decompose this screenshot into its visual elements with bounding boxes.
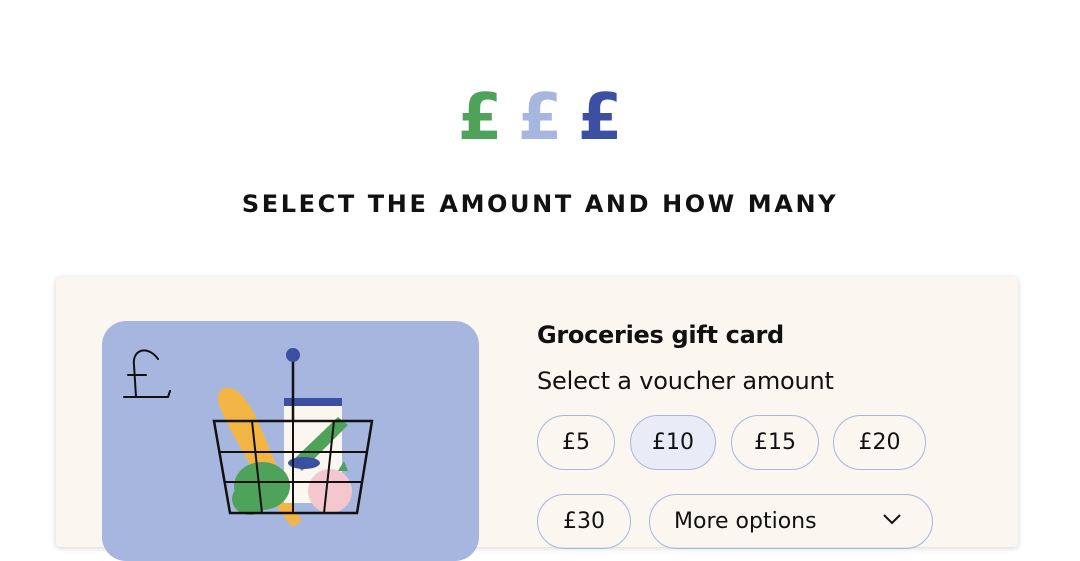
- chevron-down-icon: [883, 514, 901, 525]
- product-title: Groceries gift card: [537, 321, 784, 349]
- pound-icon: £: [517, 81, 563, 155]
- gift-card-image: [102, 321, 479, 561]
- amount-button-5[interactable]: £5: [537, 415, 615, 470]
- grocery-basket-icon: [123, 348, 374, 527]
- hero-pound-icons: £ £ £: [0, 78, 1080, 158]
- pound-icon: £: [577, 81, 623, 155]
- page-title: SELECT THE AMOUNT AND HOW MANY: [241, 190, 839, 218]
- amount-button-20[interactable]: £20: [833, 415, 926, 470]
- amount-button-10[interactable]: £10: [630, 415, 716, 470]
- gift-card-panel: Groceries gift card Select a voucher amo…: [56, 277, 1018, 561]
- voucher-amount-label: Select a voucher amount: [537, 367, 834, 395]
- pound-icon: £: [457, 81, 503, 155]
- more-options-label: More options: [674, 509, 817, 534]
- amount-button-15[interactable]: £15: [731, 415, 819, 470]
- amount-button-30[interactable]: £30: [537, 494, 631, 549]
- more-options-dropdown[interactable]: More options: [649, 494, 933, 549]
